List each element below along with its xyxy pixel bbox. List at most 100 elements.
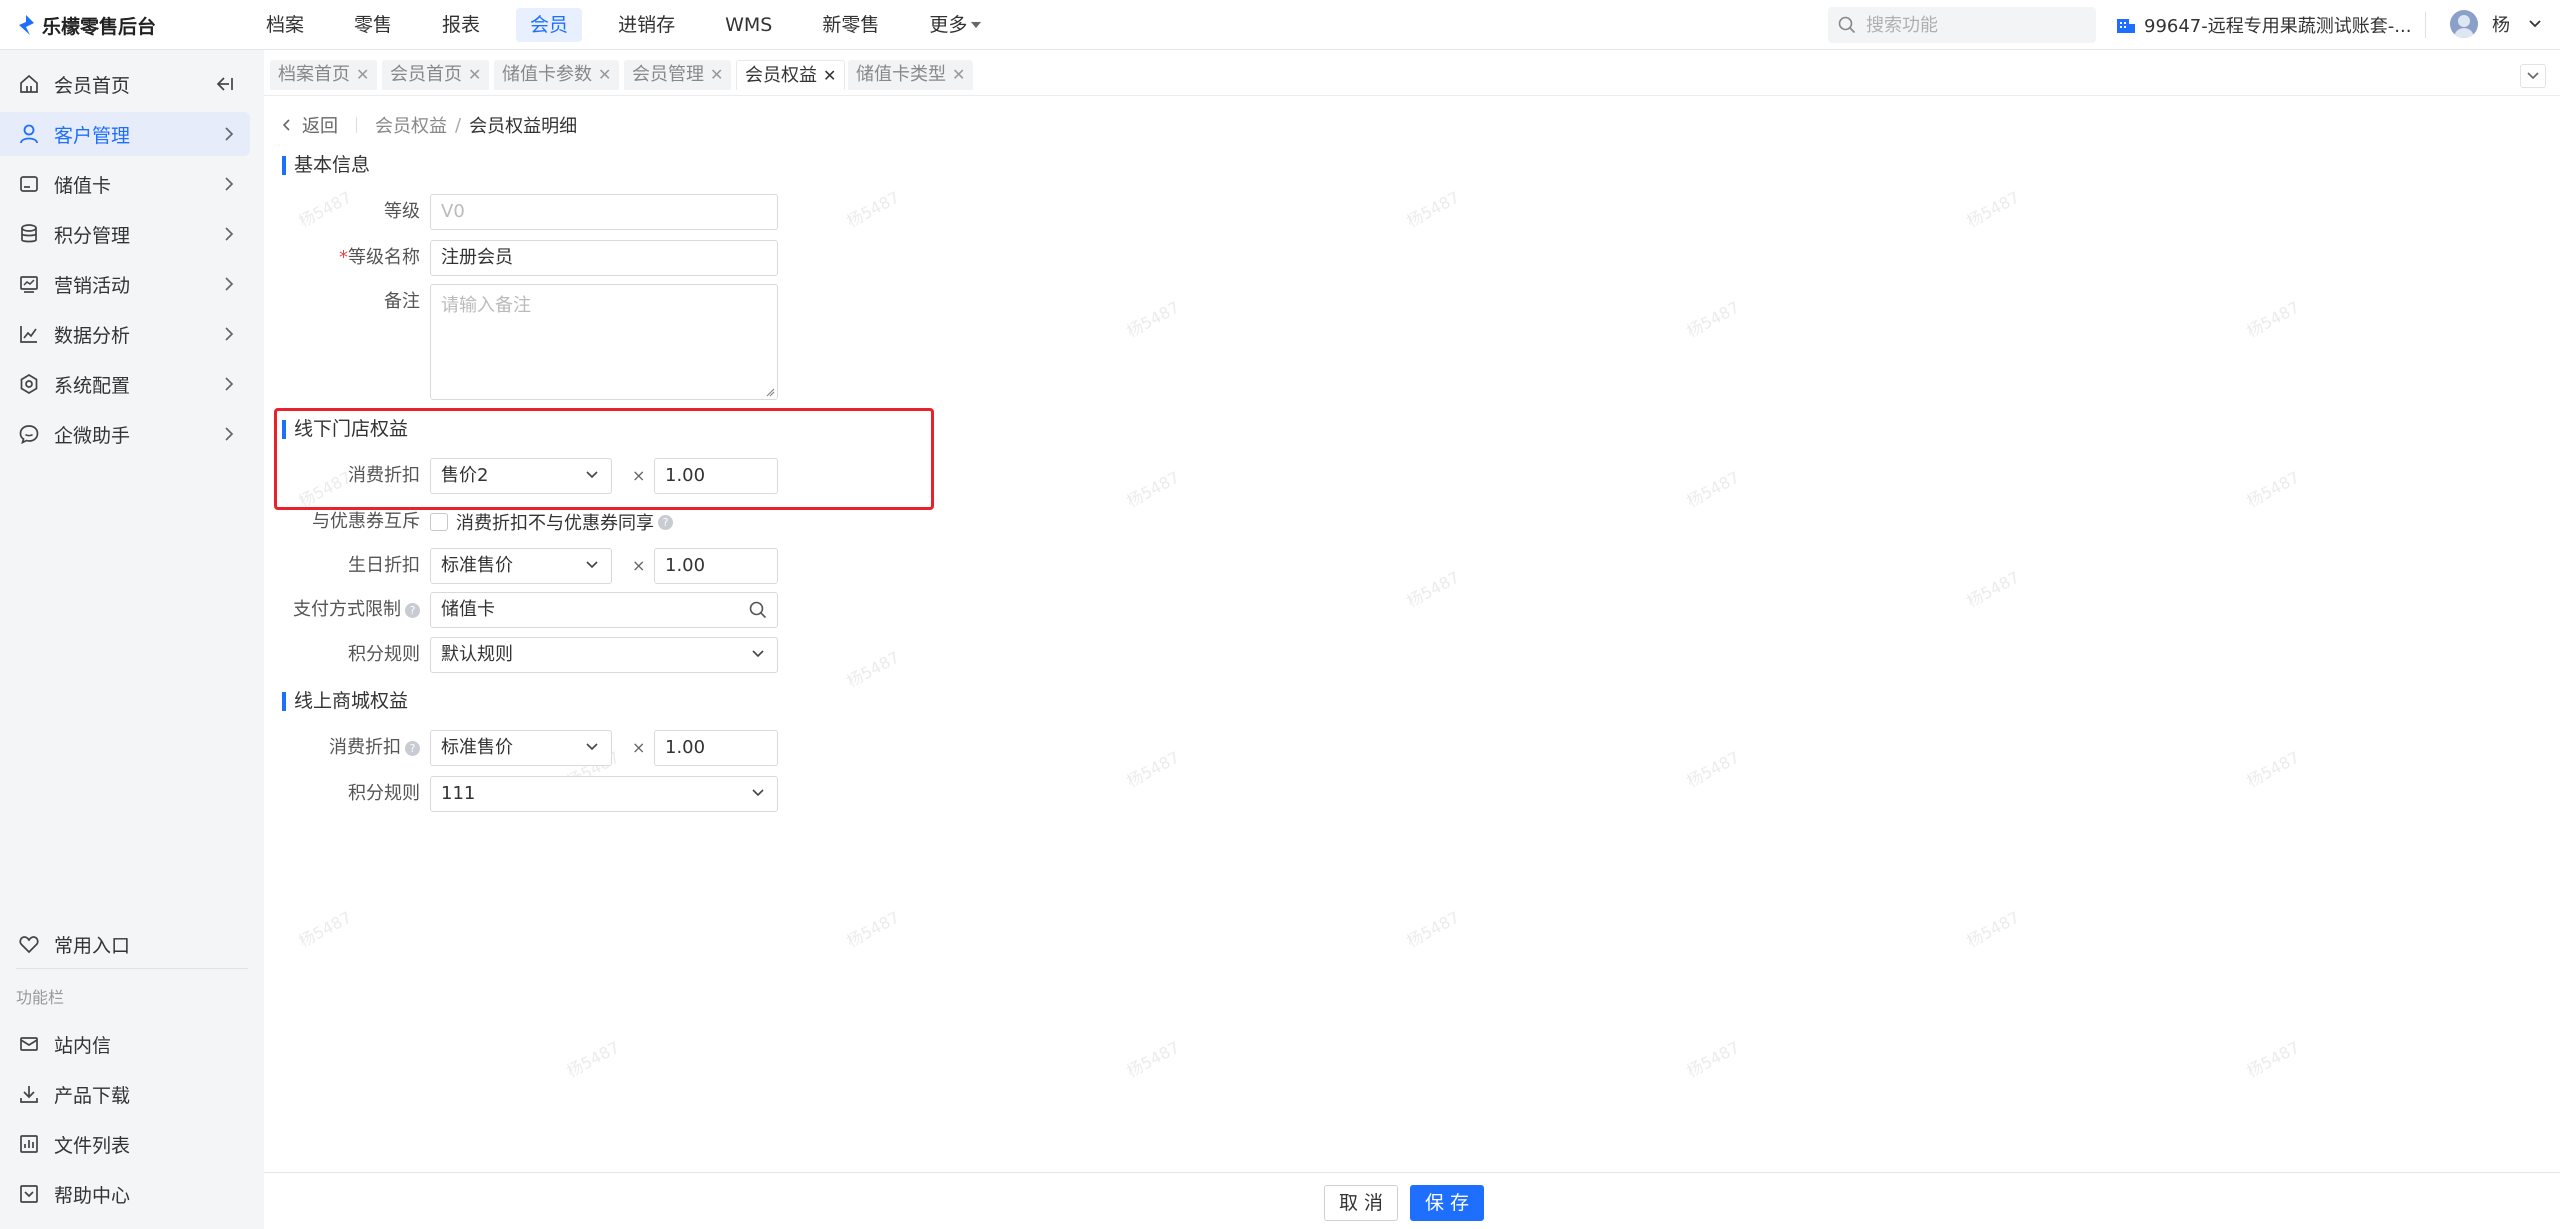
chevron-down-icon <box>752 650 764 658</box>
user-name: 杨 <box>2492 15 2510 36</box>
offline-discount-multiplier[interactable]: 1.00 <box>654 458 778 494</box>
birthday-discount-multiplier[interactable]: 1.00 <box>654 548 778 584</box>
chevron-right-icon <box>225 327 234 341</box>
chevron-right-icon <box>225 227 234 241</box>
nav-member[interactable]: 会员 <box>516 8 583 42</box>
app-logo[interactable]: 乐檬零售后台 <box>16 13 157 38</box>
online-points-select[interactable]: 111 <box>430 776 778 812</box>
sidebar-item-customer-management[interactable]: 客户管理 <box>0 112 250 156</box>
close-icon[interactable]: ✕ <box>710 65 723 84</box>
sidebar-item-favorites[interactable]: 常用入口 <box>0 922 250 966</box>
sidebar-item-system-config[interactable]: 系统配置 <box>0 362 250 406</box>
tab-member-benefits[interactable]: 会员权益 ✕ <box>736 60 846 90</box>
online-discount-label: 消费折扣? <box>264 730 420 766</box>
select-value: 111 <box>441 783 476 804</box>
divider <box>16 968 248 969</box>
app-title: 乐檬零售后台 <box>42 15 157 38</box>
sidebar-item-label: 营销活动 <box>54 274 131 297</box>
sidebar-item-label: 站内信 <box>54 1034 112 1057</box>
offline-points-label: 积分规则 <box>348 644 420 665</box>
sidebar-item-stored-value-card[interactable]: 储值卡 <box>0 162 250 206</box>
nav-inventory[interactable]: 进销存 <box>604 8 689 42</box>
tab-card-types[interactable]: 储值卡类型 ✕ <box>848 60 974 90</box>
nav-reports[interactable]: 报表 <box>428 8 494 42</box>
close-icon[interactable]: ✕ <box>598 65 611 84</box>
close-icon[interactable]: ✕ <box>468 65 481 84</box>
chevron-right-icon <box>225 377 234 391</box>
divider <box>356 117 357 133</box>
birthday-discount-select[interactable]: 标准售价 <box>430 548 612 584</box>
nav-archive[interactable]: 档案 <box>252 8 318 42</box>
online-discount-multiplier[interactable]: 1.00 <box>654 730 778 766</box>
back-button[interactable]: 返回 <box>282 112 338 138</box>
section-title-online: 线上商城权益 <box>282 690 408 712</box>
breadcrumb: 返回 会员权益 / 会员权益明细 <box>282 112 577 138</box>
watermark: 杨5487 <box>843 907 903 952</box>
nav-retail[interactable]: 零售 <box>340 8 406 42</box>
chat-icon <box>18 423 40 445</box>
sidebar-item-downloads[interactable]: 产品下载 <box>0 1072 250 1116</box>
search-input[interactable] <box>1866 7 2088 43</box>
watermark: 杨5487 <box>1963 187 2023 232</box>
close-icon[interactable]: ✕ <box>356 65 369 84</box>
coupon-exclusive-checkbox[interactable]: 消费折扣不与优惠券同享 ? <box>430 504 673 540</box>
offline-points-select[interactable]: 默认规则 <box>430 637 778 673</box>
watermark: 杨5487 <box>1403 187 1463 232</box>
nav-new-retail[interactable]: 新零售 <box>808 8 893 42</box>
tab-card-params[interactable]: 储值卡参数 ✕ <box>494 60 620 90</box>
nav-more[interactable]: 更多 <box>915 8 995 42</box>
tab-bar: 档案首页 ✕ 会员首页 ✕ 储值卡参数 ✕ 会员管理 ✕ 会员权益 ✕ 储值卡类型 ✕ <box>264 50 2560 96</box>
select-value: 默认规则 <box>441 644 513 665</box>
sidebar-item-data-analysis[interactable]: 数据分析 <box>0 312 250 356</box>
watermark: 杨5487 <box>843 647 903 692</box>
close-icon[interactable]: ✕ <box>823 66 836 85</box>
watermark: 杨5487 <box>1963 567 2023 612</box>
watermark: 杨5487 <box>1123 467 1183 512</box>
breadcrumb-current: 会员权益明细 <box>469 116 578 137</box>
remark-textarea[interactable]: 请输入备注 <box>430 284 778 400</box>
help-icon[interactable]: ? <box>405 603 420 618</box>
function-search <box>1828 7 2096 43</box>
sidebar-item-wecom-assistant[interactable]: 企微助手 <box>0 412 250 456</box>
cancel-button[interactable]: 取 消 <box>1324 1185 1398 1221</box>
offline-discount-select[interactable]: 售价2 <box>430 458 612 494</box>
level-name-label: *等级名称 <box>264 240 420 276</box>
sidebar-item-marketing[interactable]: 营销活动 <box>0 262 250 306</box>
nav-wms[interactable]: WMS <box>711 8 786 42</box>
user-menu[interactable]: 杨 <box>2450 10 2542 38</box>
tab-member-home[interactable]: 会员首页 ✕ <box>382 60 490 90</box>
level-name-input[interactable]: 注册会员 <box>430 240 778 276</box>
tab-member-management[interactable]: 会员管理 ✕ <box>624 60 732 90</box>
resize-grip-icon[interactable] <box>765 387 775 397</box>
sidebar: 会员首页 客户管理 储值卡 积分管理 营销活动 数据分析 系统配置 企微助手 常… <box>0 50 264 1229</box>
online-discount-select[interactable]: 标准售价 <box>430 730 612 766</box>
help-icon[interactable]: ? <box>405 741 420 756</box>
sidebar-item-points-management[interactable]: 积分管理 <box>0 212 250 256</box>
checkbox[interactable] <box>430 513 448 531</box>
offline-discount-label: 消费折扣 <box>348 465 420 486</box>
search-icon[interactable] <box>749 601 767 619</box>
tab-list-dropdown[interactable] <box>2520 64 2546 88</box>
sidebar-item-help-center[interactable]: 帮助中心 <box>0 1172 250 1216</box>
tab-archive-home[interactable]: 档案首页 ✕ <box>270 60 378 90</box>
payment-limit-input[interactable]: 储值卡 <box>430 592 778 628</box>
home-icon <box>18 73 40 95</box>
breadcrumb-parent[interactable]: 会员权益 <box>375 112 447 138</box>
level-input[interactable]: V0 <box>430 194 778 230</box>
collapse-sidebar-icon[interactable] <box>216 76 234 92</box>
sidebar-item-label: 系统配置 <box>54 374 131 397</box>
sidebar-item-file-list[interactable]: 文件列表 <box>0 1122 250 1166</box>
sidebar-item-label: 会员首页 <box>54 74 131 97</box>
save-button[interactable]: 保 存 <box>1410 1185 1484 1221</box>
download-icon <box>18 1083 40 1105</box>
sidebar-item-inbox[interactable]: 站内信 <box>0 1022 250 1066</box>
chevron-down-icon <box>586 561 598 569</box>
store-selector[interactable]: 99647-远程专用果蔬测试账套-... <box>2116 13 2411 37</box>
sidebar-item-label: 企微助手 <box>54 424 131 447</box>
help-icon[interactable]: ? <box>658 514 673 530</box>
sidebar-item-member-home[interactable]: 会员首页 <box>0 62 250 106</box>
checkbox-label: 消费折扣不与优惠券同享 <box>456 513 654 534</box>
chevron-left-icon <box>282 119 290 131</box>
close-icon[interactable]: ✕ <box>952 65 965 84</box>
logo-icon <box>19 15 34 35</box>
